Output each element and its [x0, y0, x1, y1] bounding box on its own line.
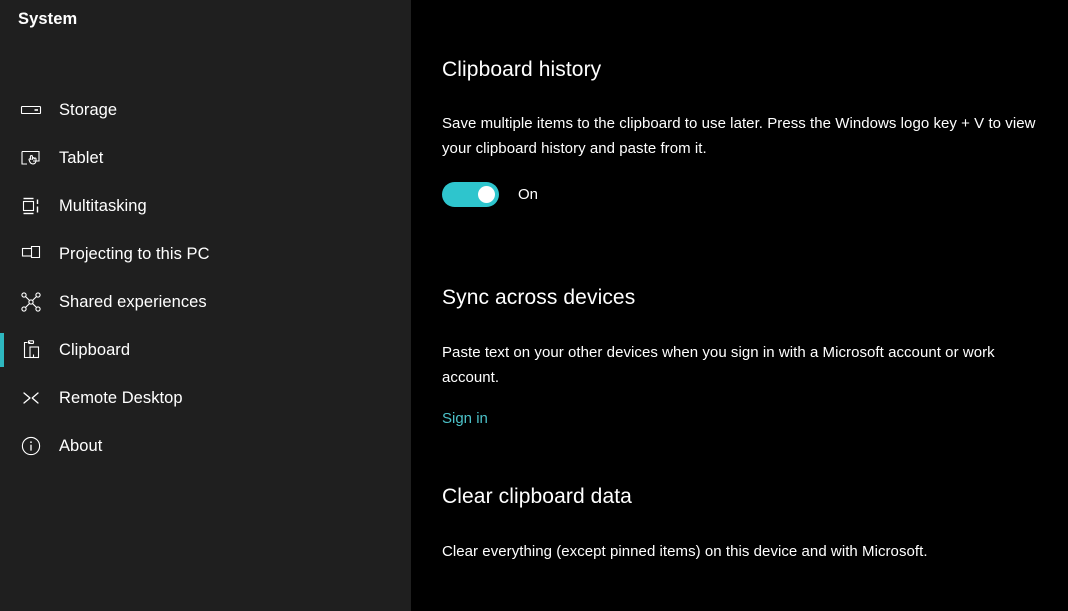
sidebar-item-storage[interactable]: Storage	[0, 86, 411, 134]
sign-in-link[interactable]: Sign in	[442, 408, 488, 430]
sync-across-devices-description: Paste text on your other devices when yo…	[442, 344, 995, 386]
clipboard-history-section: Clipboard history Save multiple items to…	[442, 56, 1042, 207]
clipboard-history-description: Save multiple items to the clipboard to …	[442, 115, 1036, 157]
sidebar: System Storage Tablet Multitasking Proje…	[0, 0, 411, 611]
sidebar-item-label: Clipboard	[59, 341, 131, 359]
clear-clipboard-data-section: Clear clipboard data Clear everything (e…	[442, 483, 1042, 565]
toggle-knob	[478, 186, 495, 203]
clipboard-history-toggle-state: On	[518, 185, 539, 203]
storage-icon	[14, 93, 48, 127]
selection-indicator	[0, 333, 4, 367]
sidebar-nav: Storage Tablet Multitasking Projecting t…	[0, 86, 411, 470]
sidebar-item-label: Shared experiences	[59, 293, 207, 311]
sync-across-devices-title: Sync across devices	[442, 286, 636, 309]
remote-desktop-icon	[14, 381, 48, 415]
page-title: System	[18, 10, 78, 28]
sidebar-item-label: Multitasking	[59, 197, 147, 215]
sidebar-item-label: About	[59, 437, 103, 455]
sidebar-item-shared-experiences[interactable]: Shared experiences	[0, 278, 411, 326]
sidebar-item-tablet[interactable]: Tablet	[0, 134, 411, 182]
sidebar-item-multitasking[interactable]: Multitasking	[0, 182, 411, 230]
clear-clipboard-data-description: Clear everything (except pinned items) o…	[442, 543, 928, 560]
clipboard-history-toggle-row: On	[442, 182, 1042, 207]
sidebar-item-clipboard[interactable]: Clipboard	[0, 326, 411, 374]
sidebar-item-label: Projecting to this PC	[59, 245, 210, 263]
sidebar-item-label: Storage	[59, 101, 118, 119]
settings-window: System Storage Tablet Multitasking Proje…	[0, 0, 1068, 611]
sidebar-item-projecting-to-this-pc[interactable]: Projecting to this PC	[0, 230, 411, 278]
sidebar-item-label: Tablet	[59, 149, 104, 167]
sidebar-item-about[interactable]: About	[0, 422, 411, 470]
multitasking-icon	[14, 189, 48, 223]
sidebar-item-remote-desktop[interactable]: Remote Desktop	[0, 374, 411, 422]
projecting-icon	[14, 237, 48, 271]
clear-clipboard-data-title: Clear clipboard data	[442, 485, 632, 508]
content-pane: Clipboard history Save multiple items to…	[411, 0, 1068, 611]
tablet-icon	[14, 141, 48, 175]
clipboard-icon	[14, 333, 48, 367]
sync-across-devices-section: Sync across devices Paste text on your o…	[442, 284, 1042, 430]
shared-experiences-icon	[14, 285, 48, 319]
sidebar-item-label: Remote Desktop	[59, 389, 183, 407]
info-icon	[14, 429, 48, 463]
clipboard-history-title: Clipboard history	[442, 58, 602, 81]
clipboard-history-toggle[interactable]	[442, 182, 499, 207]
